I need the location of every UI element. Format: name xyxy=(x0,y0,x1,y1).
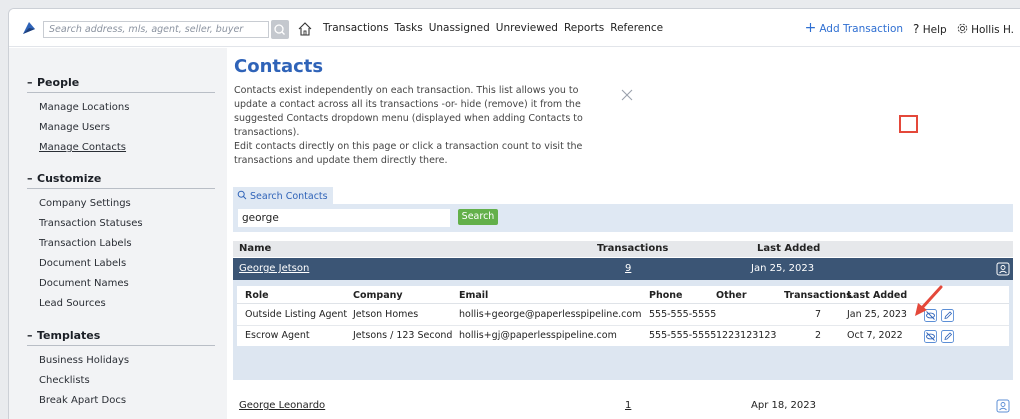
page-description: Contacts exist independently on each tra… xyxy=(234,84,614,168)
app-window: Search address, mls, agent, seller, buye… xyxy=(8,8,1020,419)
description-paragraph-2: Edit contacts directly on this page or c… xyxy=(234,141,583,166)
table-row: Escrow Agent Jetsons / 123 Second hollis… xyxy=(237,326,1009,347)
sidebar-item-transaction-labels[interactable]: Transaction Labels xyxy=(27,234,215,254)
col-company: Company xyxy=(353,290,403,301)
sidebar-item-manage-locations[interactable]: Manage Locations xyxy=(27,98,215,118)
email-cell: hollis+gj@paperlesspipeline.com xyxy=(459,330,617,341)
sidebar-item-manage-users[interactable]: Manage Users xyxy=(27,118,215,138)
description-paragraph-1: Contacts exist independently on each tra… xyxy=(234,85,583,138)
search-contacts-label: Search Contacts xyxy=(250,191,328,202)
sidebar-section-templates: – Templates Business Holidays Checklists … xyxy=(27,329,215,411)
global-search-button[interactable] xyxy=(271,20,289,39)
transaction-count-link[interactable]: 1 xyxy=(625,400,631,411)
annotation-arrow-icon xyxy=(915,285,943,316)
user-name: Hollis H. xyxy=(971,23,1014,36)
contact-name-link[interactable]: George Leonardo xyxy=(239,400,325,411)
contact-card-icon[interactable] xyxy=(996,399,1010,413)
sidebar-section-people: – People Manage Locations Manage Users Ma… xyxy=(27,76,215,158)
phone-cell: 555-555-5555 xyxy=(649,330,717,341)
sidebar-item-transaction-statuses[interactable]: Transaction Statuses xyxy=(27,214,215,234)
col-transactions: Transactions xyxy=(784,290,852,301)
phone-cell: 555-555-5555 xyxy=(649,309,717,320)
search-panel: Search xyxy=(233,204,1013,232)
search-icon xyxy=(274,24,285,35)
page-title: Contacts xyxy=(234,56,324,77)
sidebar-item-checklists[interactable]: Checklists xyxy=(27,371,215,391)
other-cell: 1223123123 xyxy=(716,330,777,341)
global-search-input[interactable]: Search address, mls, agent, seller, buye… xyxy=(43,21,269,38)
nav-unreviewed[interactable]: Unreviewed xyxy=(496,22,558,34)
sidebar-item-business-holidays[interactable]: Business Holidays xyxy=(27,351,215,371)
sidebar-item-document-labels[interactable]: Document Labels xyxy=(27,254,215,274)
email-cell: hollis+george@paperlesspipeline.com xyxy=(459,309,642,320)
last-added-date: Apr 18, 2023 xyxy=(751,400,817,411)
highlight-box xyxy=(899,115,918,133)
sidebar-item-company-settings[interactable]: Company Settings xyxy=(27,194,215,214)
sidebar-item-break-apart-docs[interactable]: Break Apart Docs xyxy=(27,391,215,411)
col-other: Other xyxy=(716,290,747,301)
sidebar-heading-customize[interactable]: – Customize xyxy=(27,172,215,189)
question-icon: ? xyxy=(913,22,920,36)
transactions-cell: 7 xyxy=(815,309,822,320)
table-row: Outside Listing Agent Jetson Homes holli… xyxy=(237,305,1009,326)
main-nav: Transactions Tasks Unassigned Unreviewed… xyxy=(323,22,663,34)
top-bar: Search address, mls, agent, seller, buye… xyxy=(9,9,1020,47)
company-cell: Jetsons / 123 Second xyxy=(353,330,453,341)
home-icon[interactable] xyxy=(296,20,314,38)
col-name: Name xyxy=(239,243,272,254)
contact-name-link[interactable]: George Jetson xyxy=(239,263,309,274)
search-contacts-tab[interactable]: Search Contacts xyxy=(233,187,333,204)
contact-details-table: Role Company Email Phone Other Transacti… xyxy=(237,286,1009,346)
contacts-table-header: Name Transactions Last Added xyxy=(233,241,1013,257)
sidebar-heading-people[interactable]: – People xyxy=(27,76,215,93)
gear-icon xyxy=(957,23,967,33)
edit-icon[interactable] xyxy=(941,330,954,343)
role-cell: Escrow Agent xyxy=(245,330,310,341)
contact-search-input[interactable] xyxy=(238,209,450,227)
sidebar-item-document-names[interactable]: Document Names xyxy=(27,274,215,294)
col-phone: Phone xyxy=(649,290,683,301)
last-added-date: Jan 25, 2023 xyxy=(751,263,815,274)
sidebar: – People Manage Locations Manage Users Ma… xyxy=(9,48,227,419)
col-role: Role xyxy=(245,290,269,301)
last-added-cell: Oct 7, 2022 xyxy=(847,330,903,341)
search-button[interactable]: Search xyxy=(458,209,498,225)
contact-card-icon[interactable] xyxy=(996,262,1010,276)
sidebar-section-customize: – Customize Company Settings Transaction … xyxy=(27,172,215,314)
nav-unassigned[interactable]: Unassigned xyxy=(429,22,490,34)
nav-reference[interactable]: Reference xyxy=(610,22,663,34)
add-transaction-button[interactable]: + Add Transaction xyxy=(804,20,904,36)
transactions-cell: 2 xyxy=(815,330,822,341)
add-transaction-label: Add Transaction xyxy=(819,23,904,35)
user-menu[interactable]: Hollis H. xyxy=(957,23,1014,36)
nav-transactions[interactable]: Transactions xyxy=(323,22,389,34)
main-content: Contacts Contacts exist independently on… xyxy=(227,48,1020,419)
sidebar-heading-templates[interactable]: – Templates xyxy=(27,329,215,346)
nav-reports[interactable]: Reports xyxy=(564,22,604,34)
close-icon[interactable] xyxy=(620,88,634,102)
hide-eye-icon[interactable] xyxy=(924,330,937,343)
last-added-cell: Jan 25, 2023 xyxy=(847,309,907,320)
search-icon xyxy=(237,190,247,200)
nav-tasks[interactable]: Tasks xyxy=(395,22,423,34)
table-row[interactable]: George Leonardo 1 Apr 18, 2023 xyxy=(233,395,1013,417)
table-row[interactable]: George Jetson 9 Jan 25, 2023 xyxy=(233,258,1013,280)
role-cell: Outside Listing Agent xyxy=(245,309,348,320)
sidebar-item-manage-contacts[interactable]: Manage Contacts xyxy=(27,138,215,158)
right-nav: + Add Transaction ? Help Hollis H. xyxy=(804,20,1014,36)
col-last-added: Last Added xyxy=(847,290,908,301)
help-label: Help xyxy=(922,24,947,36)
app-logo-icon[interactable] xyxy=(21,20,37,36)
company-cell: Jetson Homes xyxy=(353,309,419,320)
details-header: Role Company Email Phone Other Transacti… xyxy=(237,286,1009,304)
transaction-count-link[interactable]: 9 xyxy=(625,263,631,274)
sidebar-item-lead-sources[interactable]: Lead Sources xyxy=(27,294,215,314)
contact-details-panel: Role Company Email Phone Other Transacti… xyxy=(233,280,1013,380)
col-last-added: Last Added xyxy=(757,243,821,254)
help-link[interactable]: ? Help xyxy=(913,22,947,36)
col-email: Email xyxy=(459,290,489,301)
col-transactions: Transactions xyxy=(597,243,669,254)
plus-icon: + xyxy=(804,20,817,36)
